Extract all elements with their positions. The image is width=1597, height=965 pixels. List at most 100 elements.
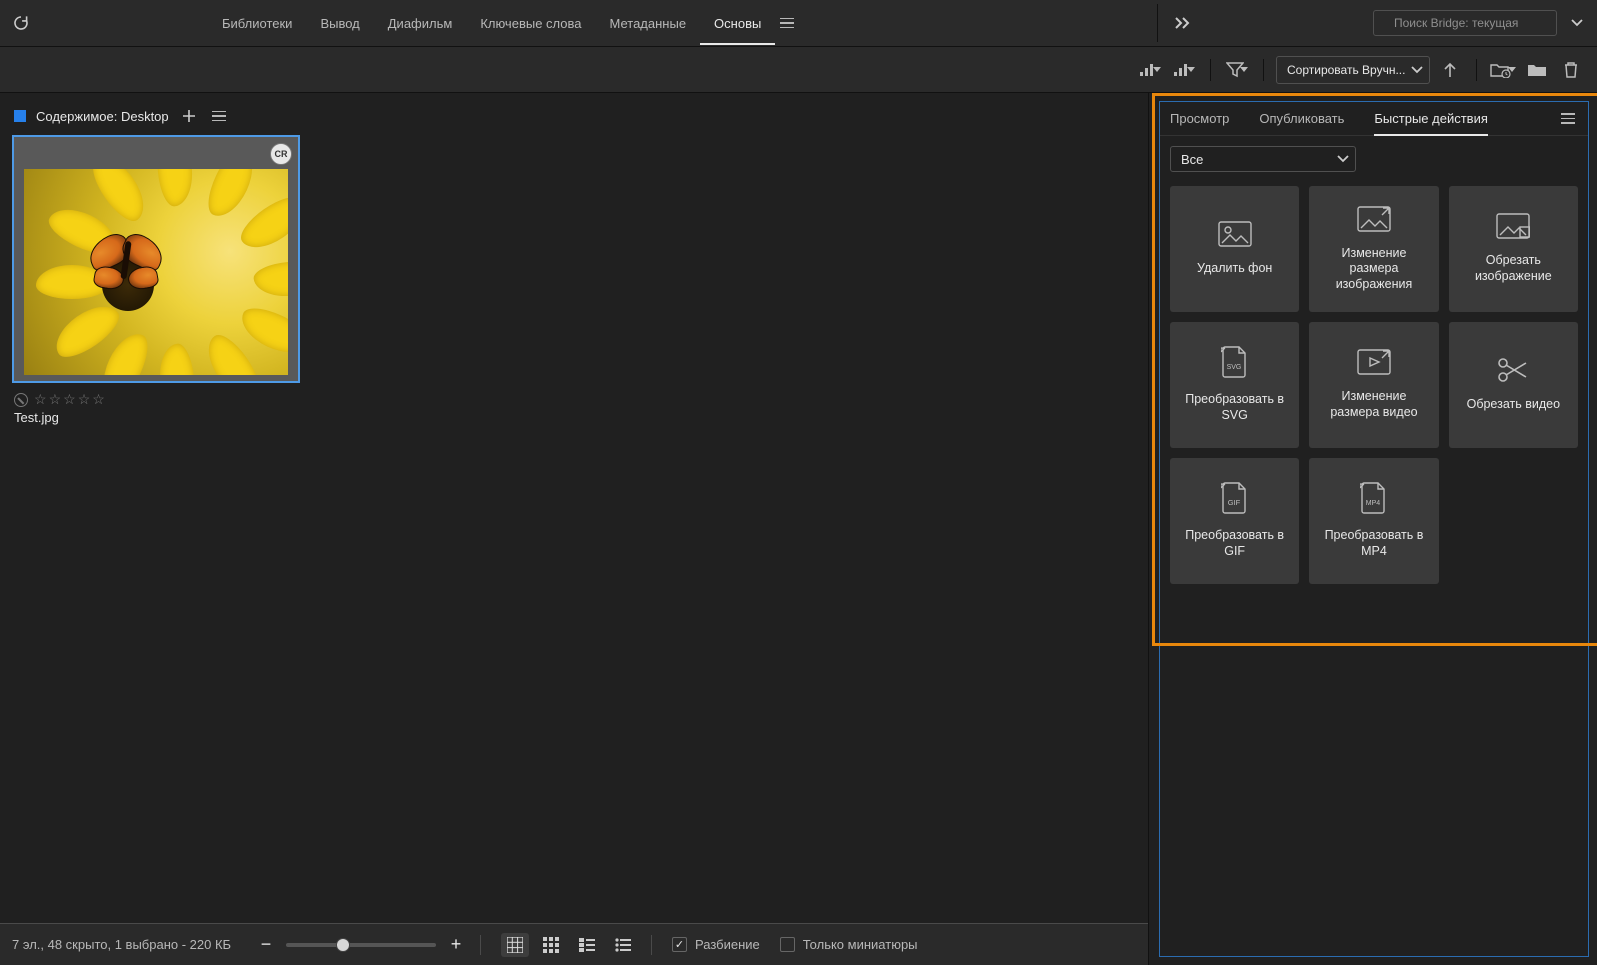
file-gif-icon: GIF bbox=[1221, 482, 1249, 514]
split-checkbox[interactable] bbox=[672, 937, 687, 952]
sort-direction-button[interactable] bbox=[1436, 56, 1464, 84]
caret-down-icon bbox=[1508, 67, 1516, 73]
open-folder-button[interactable] bbox=[1523, 56, 1551, 84]
recent-folder-button[interactable] bbox=[1489, 56, 1517, 84]
chevron-down-icon bbox=[1337, 155, 1349, 163]
topnav-output[interactable]: Вывод bbox=[306, 2, 373, 45]
chevron-down-icon bbox=[1571, 19, 1583, 27]
image-crop-icon bbox=[1496, 213, 1530, 239]
list-icon bbox=[615, 938, 631, 952]
content-panel-menu[interactable] bbox=[209, 106, 229, 126]
tab-preview[interactable]: Просмотр bbox=[1170, 102, 1229, 136]
file-mp4-icon: MP4 bbox=[1360, 482, 1388, 514]
tile-convert-svg[interactable]: SVG Преобразовать в SVG bbox=[1170, 322, 1299, 448]
view-list[interactable] bbox=[609, 933, 637, 957]
content-panel-title: Содержимое: Desktop bbox=[36, 109, 169, 124]
reject-icon[interactable] bbox=[14, 393, 28, 407]
thumbs-only-checkbox[interactable] bbox=[780, 937, 795, 952]
tile-resize-video[interactable]: Изменение размера видео bbox=[1309, 322, 1438, 448]
content-color-chip bbox=[14, 110, 26, 122]
image-remove-bg-icon bbox=[1218, 221, 1252, 247]
top-nav: Библиотеки Вывод Диафильм Ключевые слова… bbox=[208, 2, 799, 45]
rating-filter-button[interactable] bbox=[1136, 56, 1164, 84]
topnav-essentials[interactable]: Основы bbox=[700, 2, 775, 45]
tile-resize-image[interactable]: Изменение размера изображения bbox=[1309, 186, 1438, 312]
caret-down-icon bbox=[1187, 67, 1195, 73]
right-panel-tabs: Просмотр Опубликовать Быстрые действия bbox=[1160, 102, 1588, 136]
details-icon bbox=[579, 938, 595, 952]
camera-raw-badge: CR bbox=[270, 143, 292, 165]
thumbnail-filename: Test.jpg bbox=[14, 410, 300, 425]
chevron-down-icon bbox=[1411, 66, 1423, 74]
plus-icon bbox=[183, 110, 195, 122]
svg-text:GIF: GIF bbox=[1227, 498, 1240, 507]
tile-label: Обрезать видео bbox=[1467, 397, 1560, 413]
zoom-in-button[interactable]: + bbox=[446, 935, 466, 955]
tile-remove-background[interactable]: Удалить фон bbox=[1170, 186, 1299, 312]
tile-convert-gif[interactable]: GIF Преобразовать в GIF bbox=[1170, 458, 1299, 584]
tab-publish[interactable]: Опубликовать bbox=[1259, 102, 1344, 136]
star-5[interactable]: ☆ bbox=[92, 391, 105, 408]
view-grid-locked[interactable] bbox=[501, 933, 529, 957]
scissors-icon bbox=[1497, 357, 1529, 383]
view-details[interactable] bbox=[573, 933, 601, 957]
topnav-filmstrip[interactable]: Диафильм bbox=[374, 2, 467, 45]
right-panel-menu[interactable] bbox=[1558, 109, 1578, 129]
tile-crop-image[interactable]: Обрезать изображение bbox=[1449, 186, 1578, 312]
tile-trim-video[interactable]: Обрезать видео bbox=[1449, 322, 1578, 448]
refresh-icon bbox=[12, 14, 30, 32]
topnav-keywords[interactable]: Ключевые слова bbox=[466, 2, 595, 45]
star-1[interactable]: ☆ bbox=[34, 391, 47, 408]
tile-label: Изменение размера видео bbox=[1315, 389, 1432, 420]
tile-label: Обрезать изображение bbox=[1455, 253, 1572, 284]
star-3[interactable]: ☆ bbox=[63, 391, 76, 408]
image-resize-icon bbox=[1357, 206, 1391, 232]
caret-down-icon bbox=[1240, 67, 1248, 73]
chevrons-right-icon bbox=[1174, 17, 1192, 29]
tile-convert-mp4[interactable]: MP4 Преобразовать в MP4 bbox=[1309, 458, 1438, 584]
refresh-button[interactable] bbox=[8, 10, 34, 36]
arrow-up-icon bbox=[1443, 62, 1457, 78]
tile-label: Преобразовать в SVG bbox=[1176, 392, 1293, 423]
quick-actions-grid: Удалить фон Изменение размера изображени… bbox=[1160, 172, 1588, 598]
video-resize-icon bbox=[1357, 349, 1391, 375]
zoom-out-button[interactable]: − bbox=[256, 935, 276, 955]
file-svg-icon: SVG bbox=[1221, 346, 1249, 378]
view-grid[interactable] bbox=[537, 933, 565, 957]
tile-label: Преобразовать в GIF bbox=[1176, 528, 1293, 559]
folder-icon bbox=[1527, 62, 1547, 78]
menu-icon bbox=[212, 111, 226, 122]
thumbs-only-label: Только миниатюры bbox=[803, 937, 918, 952]
sort-dropdown[interactable]: Сортировать Вручн... bbox=[1276, 56, 1430, 84]
star-4[interactable]: ☆ bbox=[78, 391, 91, 408]
split-label: Разбиение bbox=[695, 937, 760, 952]
topnav-metadata[interactable]: Метаданные bbox=[595, 2, 700, 45]
label-filter-button[interactable] bbox=[1170, 56, 1198, 84]
tile-label: Преобразовать в MP4 bbox=[1315, 528, 1432, 559]
quick-actions-filter-label: Все bbox=[1181, 152, 1203, 167]
delete-button[interactable] bbox=[1557, 56, 1585, 84]
rating-row[interactable]: ☆ ☆ ☆ ☆ ☆ bbox=[14, 391, 300, 408]
grid-icon bbox=[543, 937, 559, 953]
grid-locked-icon bbox=[507, 937, 523, 953]
filter-button[interactable] bbox=[1223, 56, 1251, 84]
expand-panels-button[interactable] bbox=[1168, 8, 1198, 38]
sort-label: Сортировать Вручн... bbox=[1287, 63, 1405, 77]
topnav-libraries[interactable]: Библиотеки bbox=[208, 2, 306, 45]
add-button[interactable] bbox=[179, 106, 199, 126]
search-box[interactable] bbox=[1373, 10, 1557, 36]
menu-icon bbox=[1561, 113, 1575, 124]
tile-label: Изменение размера изображения bbox=[1315, 246, 1432, 293]
thumbnail-size-slider[interactable] bbox=[286, 943, 436, 947]
content-grid[interactable]: CR bbox=[10, 131, 1148, 923]
quick-actions-filter[interactable]: Все bbox=[1170, 146, 1356, 172]
svg-text:MP4: MP4 bbox=[1366, 500, 1381, 507]
star-2[interactable]: ☆ bbox=[49, 391, 62, 408]
tab-quick-actions[interactable]: Быстрые действия bbox=[1374, 102, 1487, 136]
thumbnail-selected[interactable]: CR bbox=[12, 135, 300, 383]
search-input[interactable] bbox=[1392, 15, 1551, 31]
workspace-menu[interactable] bbox=[775, 18, 799, 29]
status-text: 7 эл., 48 скрыто, 1 выбрано - 220 КБ bbox=[12, 937, 242, 952]
search-dropdown-button[interactable] bbox=[1567, 10, 1587, 36]
svg-text:SVG: SVG bbox=[1226, 364, 1241, 371]
